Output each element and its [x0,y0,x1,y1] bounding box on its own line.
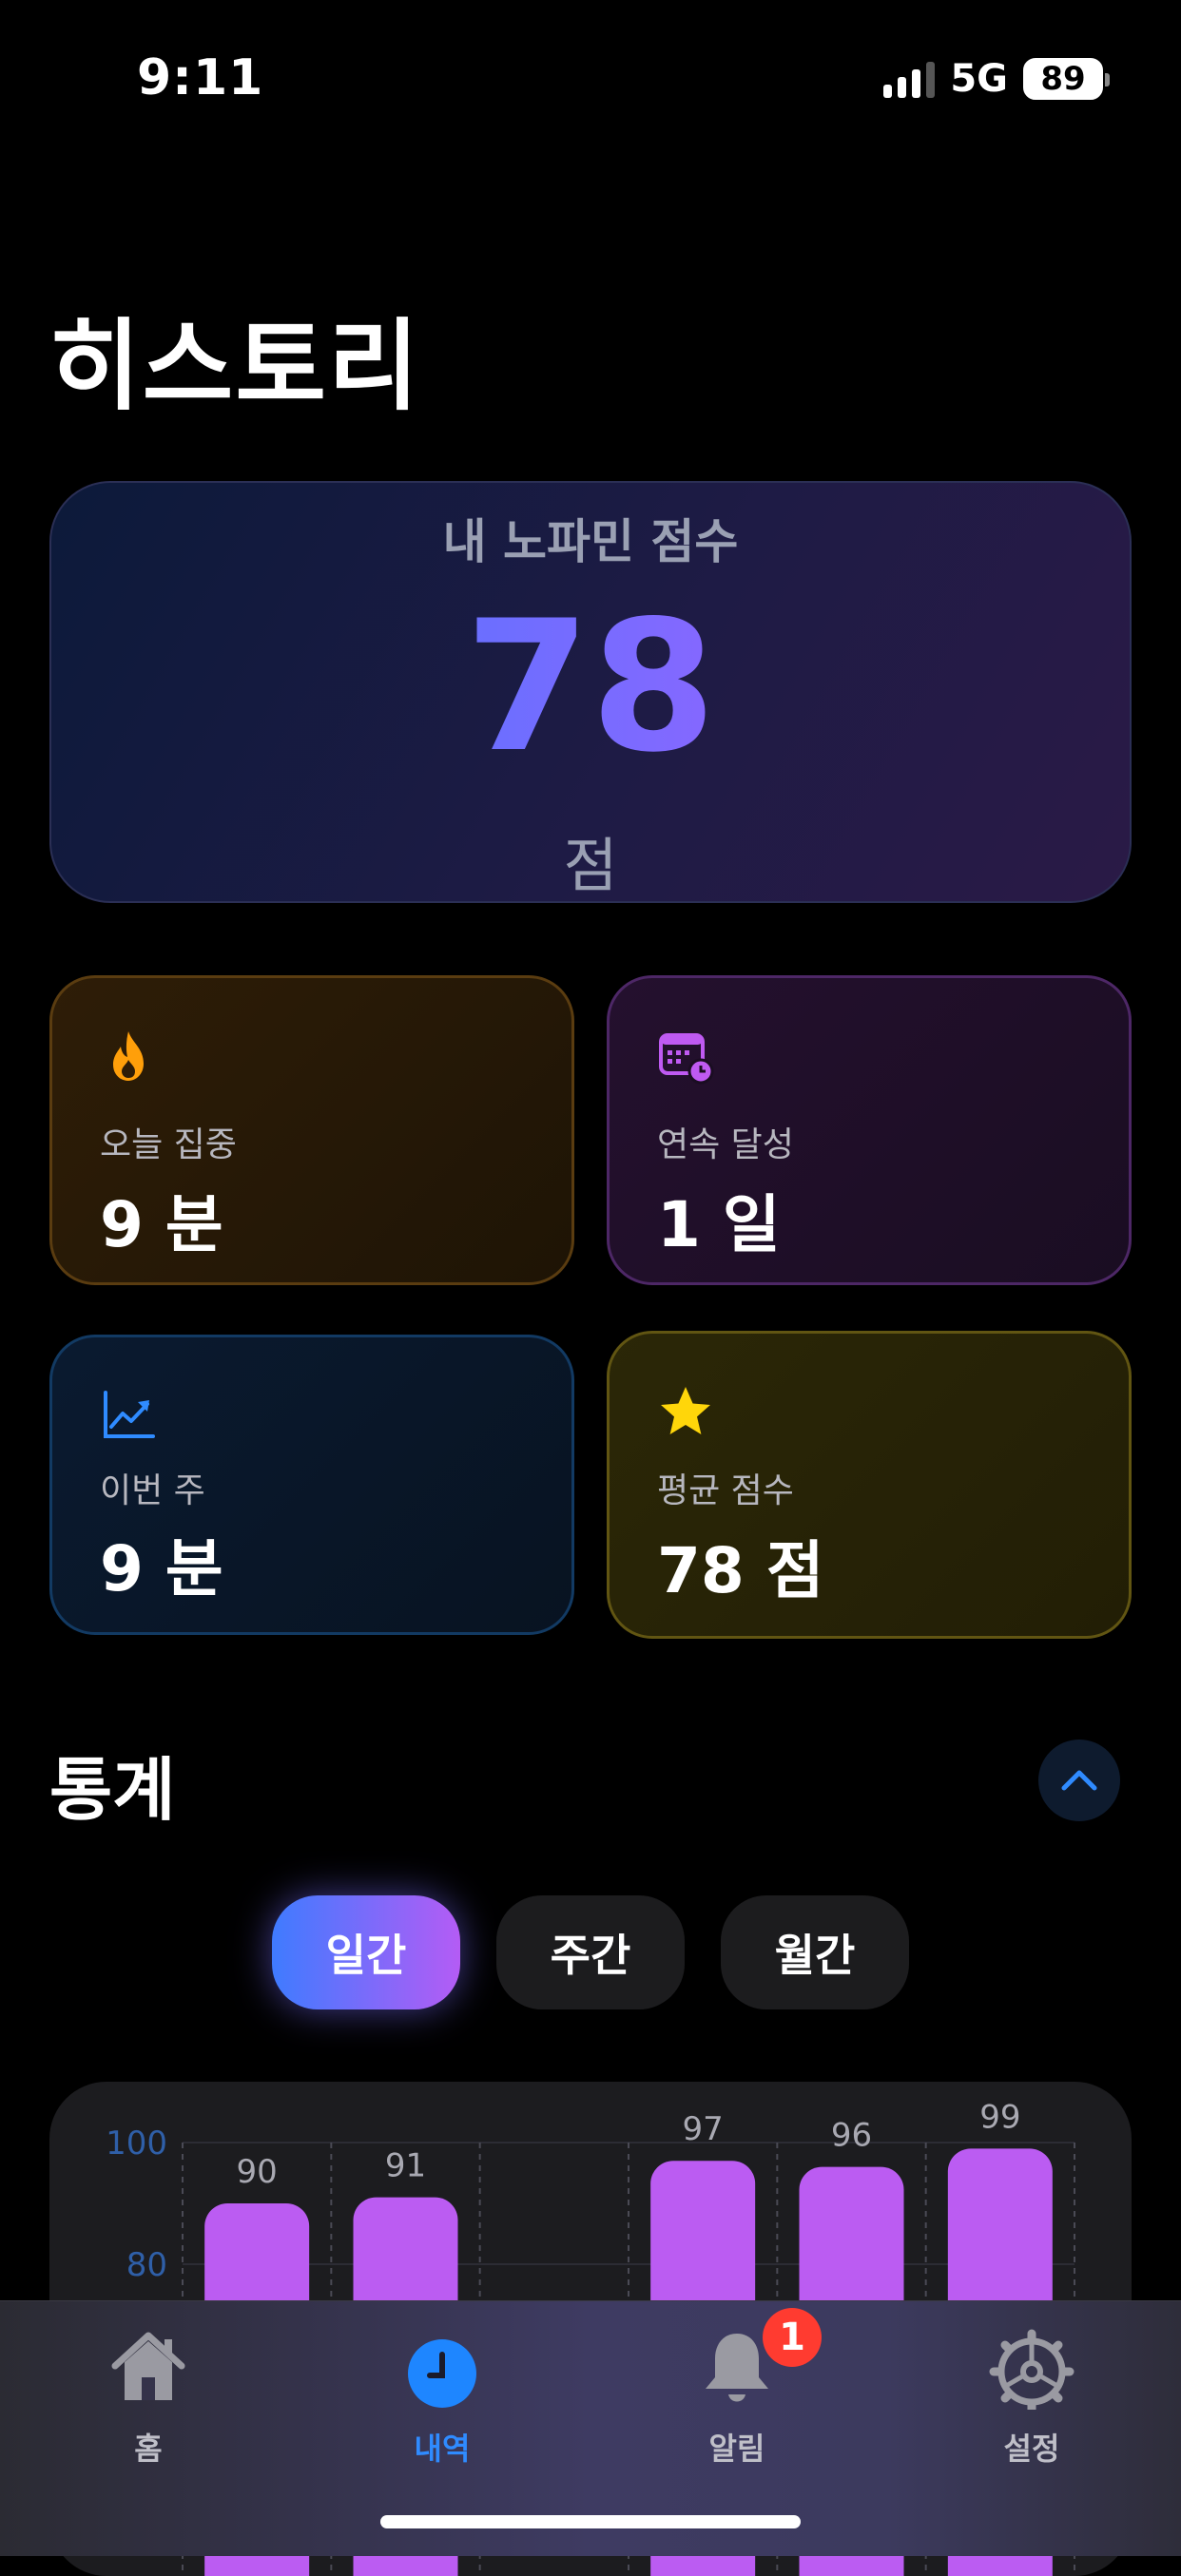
stat-card-this-week[interactable]: 이번 주 9 분 [49,1335,574,1635]
bar-value-label: 90 [237,2153,278,2191]
score-unit: 점 [563,831,618,900]
gear-icon [989,2329,1075,2410]
flame-icon [113,1031,144,1081]
stat-card-average-score[interactable]: 평균 점수 78 점 [607,1331,1132,1639]
collapse-button[interactable] [1038,1740,1120,1821]
stat-value: 78 점 [657,1534,824,1607]
status-indicators: 5G 89 [883,57,1110,101]
score-card: 내 노파민 점수 78 점 [49,481,1132,903]
section-title-statistics: 통계 [49,1750,176,1830]
bar-value-label: 96 [831,2117,872,2155]
bar-value-label: 97 [683,2110,724,2148]
tab-monthly[interactable]: 월간 [721,1895,909,2009]
battery-icon: 89 [1023,58,1110,100]
chevron-up-icon [1061,1770,1097,1791]
notification-badge: 1 [763,2308,822,2367]
tab-daily[interactable]: 일간 [272,1895,460,2009]
tab-label: 설정 [1003,2431,1060,2467]
stat-value: 9 분 [100,1188,223,1261]
score-value: 78 [51,597,1130,778]
signal-icon [883,60,936,98]
calendar-clock-icon [659,1033,714,1085]
stat-value: 9 분 [100,1532,223,1605]
score-label: 내 노파민 점수 [442,514,739,569]
house-icon [111,2332,185,2400]
tab-weekly[interactable]: 주간 [496,1895,685,2009]
y-tick-label: 100 [106,2124,167,2163]
battery-level: 89 [1040,60,1086,98]
stat-card-today-focus[interactable]: 오늘 집중 9 분 [49,975,574,1285]
status-time: 9:11 [137,49,264,106]
stat-card-streak[interactable]: 연속 달성 1 일 [607,975,1132,1285]
clock-icon [408,2339,476,2408]
tab-label: 홈 [134,2431,163,2467]
chart-trend-icon [104,1391,155,1438]
bar-value-label: 91 [385,2147,426,2185]
bar-value-label: 99 [979,2098,1020,2136]
tab-label: 내역 [414,2431,471,2467]
home-indicator[interactable] [380,2515,801,2528]
stat-label: 연속 달성 [657,1125,794,1164]
stat-label: 평균 점수 [657,1471,794,1510]
star-icon [661,1387,710,1434]
y-tick-label: 80 [126,2246,167,2284]
network-label: 5G [950,57,1008,101]
page-title: 히스토리 [49,308,421,424]
tab-label: 알림 [708,2431,765,2467]
stat-label: 오늘 집중 [100,1125,237,1164]
stat-label: 이번 주 [100,1471,205,1510]
stat-value: 1 일 [657,1188,781,1261]
